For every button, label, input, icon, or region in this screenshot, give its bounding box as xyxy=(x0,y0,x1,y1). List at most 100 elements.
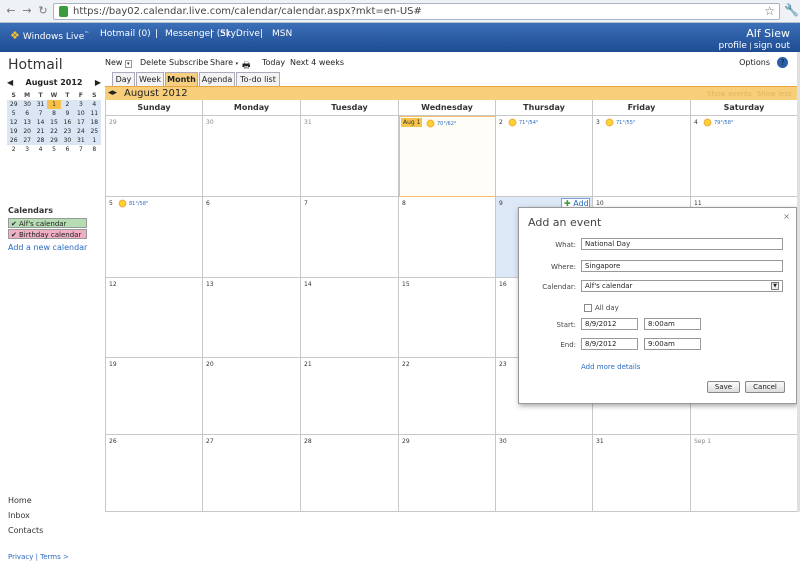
save-button[interactable]: Save xyxy=(707,381,740,393)
profile-link[interactable]: profile xyxy=(719,41,747,51)
weather-forecast[interactable]: 79°/58° xyxy=(703,118,733,127)
mini-day[interactable]: 3 xyxy=(20,145,33,154)
day-cell[interactable]: 8 xyxy=(399,197,496,278)
share-button[interactable]: Share ▾ xyxy=(210,58,238,67)
allday-checkbox[interactable] xyxy=(584,304,592,312)
mini-day[interactable]: 25 xyxy=(87,127,101,136)
day-cell[interactable]: 30 xyxy=(496,435,593,512)
mini-day[interactable]: 31 xyxy=(74,136,88,145)
mini-day[interactable]: 29 xyxy=(7,100,21,109)
day-cell[interactable]: 30 xyxy=(203,116,301,197)
day-cell[interactable]: 22 xyxy=(399,358,496,435)
mini-day[interactable]: 28 xyxy=(33,136,48,145)
tab-agenda[interactable]: Agenda xyxy=(199,72,235,86)
cancel-button[interactable]: Cancel xyxy=(745,381,785,393)
day-cell[interactable]: 29 xyxy=(106,116,203,197)
mini-day[interactable]: 5 xyxy=(7,109,21,118)
options-link[interactable]: Options xyxy=(739,58,770,67)
contacts-link[interactable]: Contacts xyxy=(8,526,43,535)
mini-day[interactable]: 6 xyxy=(20,109,34,118)
mini-day[interactable]: 12 xyxy=(7,118,21,127)
mini-day[interactable]: 4 xyxy=(87,100,101,109)
day-cell[interactable]: 14 xyxy=(301,278,399,358)
bookmark-star-icon[interactable]: ☆ xyxy=(764,4,775,18)
mini-day[interactable]: 9 xyxy=(60,109,75,118)
mini-day[interactable]: 20 xyxy=(20,127,34,136)
mini-day[interactable]: 19 xyxy=(7,127,21,136)
day-cell[interactable]: 20 xyxy=(203,358,301,435)
mini-day[interactable]: 3 xyxy=(74,100,88,109)
day-cell[interactable]: 6 xyxy=(203,197,301,278)
windows-live-logo[interactable]: ❖ Windows Live™ xyxy=(10,29,89,42)
mini-day[interactable]: 8 xyxy=(47,109,61,118)
inbox-link[interactable]: Inbox xyxy=(8,511,30,520)
wrench-icon[interactable]: 🔧 xyxy=(784,3,799,17)
where-input[interactable]: Singapore xyxy=(581,260,783,272)
user-name[interactable]: Alf Siew xyxy=(746,27,790,40)
tab-day[interactable]: Day xyxy=(112,72,135,86)
day-cell[interactable]: 27 xyxy=(203,435,301,512)
check-icon[interactable]: ✔ xyxy=(11,219,17,229)
tab-todo[interactable]: To-do list xyxy=(236,72,280,86)
day-cell[interactable]: 28 xyxy=(301,435,399,512)
mini-day[interactable]: 7 xyxy=(33,109,48,118)
day-cell[interactable]: 13 xyxy=(203,278,301,358)
day-cell[interactable]: 4 79°/58° xyxy=(691,116,798,197)
mini-day[interactable]: 16 xyxy=(60,118,75,127)
close-icon[interactable]: × xyxy=(783,212,790,221)
day-cell[interactable]: 2 71°/54° xyxy=(496,116,593,197)
mini-day[interactable]: 13 xyxy=(20,118,34,127)
mini-day[interactable]: 26 xyxy=(7,136,21,145)
mini-day[interactable]: 8 xyxy=(88,145,101,154)
mini-prev-icon[interactable]: ◀ xyxy=(7,78,13,87)
day-cell[interactable]: Aug 1 70°/62° xyxy=(399,116,496,197)
mini-day[interactable]: 21 xyxy=(33,127,48,136)
reload-icon[interactable]: ↻ xyxy=(36,4,50,18)
mini-day[interactable]: 24 xyxy=(74,127,88,136)
address-bar[interactable]: https://bay02.calendar.live.com/calendar… xyxy=(53,3,780,20)
day-cell[interactable]: Sep 1 xyxy=(691,435,798,512)
mini-day[interactable]: 14 xyxy=(33,118,48,127)
mini-day[interactable]: 1 xyxy=(47,100,61,109)
mini-day[interactable]: 2 xyxy=(7,145,20,154)
mini-day[interactable]: 30 xyxy=(20,100,34,109)
tab-month[interactable]: Month xyxy=(165,72,198,86)
new-button[interactable]: New ▾ xyxy=(105,58,132,68)
weather-forecast[interactable]: 70°/62° xyxy=(426,119,456,128)
day-cell[interactable]: 26 xyxy=(106,435,203,512)
day-cell[interactable]: 31 xyxy=(301,116,399,197)
hotmail-brand[interactable]: Hotmail xyxy=(8,57,63,73)
mini-day[interactable]: 11 xyxy=(87,109,101,118)
calendar-select[interactable]: Alf's calendar ▼ xyxy=(581,280,783,292)
start-date-input[interactable]: 8/9/2012 xyxy=(581,318,638,330)
end-time-input[interactable]: 9:00am xyxy=(644,338,701,350)
mini-next-icon[interactable]: ▶ xyxy=(95,78,101,87)
signout-link[interactable]: sign out xyxy=(754,41,790,51)
home-link[interactable]: Home xyxy=(8,496,32,505)
mini-day[interactable]: 18 xyxy=(87,118,101,127)
next-4-weeks-button[interactable]: Next 4 weeks xyxy=(290,58,344,67)
delete-button[interactable]: Delete xyxy=(140,58,166,67)
mini-day[interactable]: 30 xyxy=(60,136,75,145)
show-less-link[interactable]: Show less xyxy=(757,90,792,98)
check-icon[interactable]: ✔ xyxy=(11,230,17,240)
what-input[interactable]: National Day xyxy=(581,238,783,250)
calendar-item-birthday[interactable]: ✔ Birthday calendar xyxy=(8,229,87,239)
month-nav-arrows-icon[interactable]: ◂▸ xyxy=(108,88,117,98)
mini-day[interactable]: 10 xyxy=(74,109,88,118)
help-icon[interactable]: ? xyxy=(777,57,788,68)
privacy-terms-link[interactable]: Privacy | Terms > xyxy=(8,553,69,561)
add-more-details-link[interactable]: Add more details xyxy=(581,363,640,371)
mini-day[interactable]: 7 xyxy=(74,145,87,154)
day-cell[interactable]: 5 81°/58° xyxy=(106,197,203,278)
end-date-input[interactable]: 8/9/2012 xyxy=(581,338,638,350)
start-time-input[interactable]: 8:00am xyxy=(644,318,701,330)
add-calendar-link[interactable]: Add a new calendar xyxy=(8,243,87,252)
tab-week[interactable]: Week xyxy=(136,72,164,86)
calendar-item-alf[interactable]: ✔ Alf's calendar xyxy=(8,218,87,228)
back-icon[interactable]: ← xyxy=(4,4,18,18)
mini-day[interactable]: 17 xyxy=(74,118,88,127)
today-button[interactable]: Today xyxy=(262,58,285,67)
subscribe-button[interactable]: Subscribe xyxy=(169,58,208,67)
day-cell[interactable]: 29 xyxy=(399,435,496,512)
